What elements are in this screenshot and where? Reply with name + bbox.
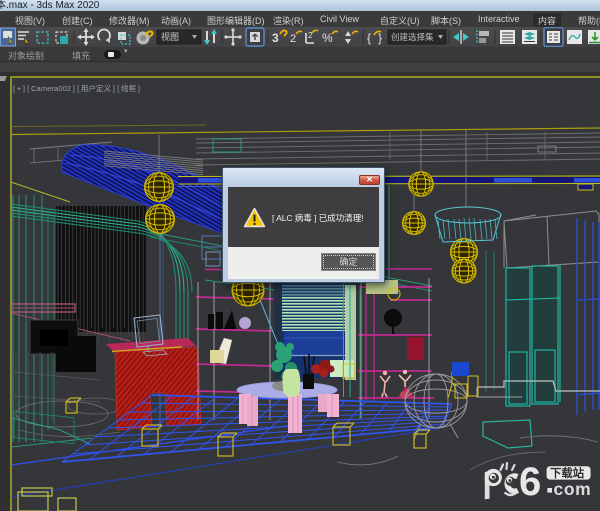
svg-text:%: % — [322, 31, 333, 45]
svg-text:}: } — [378, 31, 382, 45]
svg-text:创建选择集: 创建选择集 — [391, 32, 434, 42]
svg-text:6: 6 — [519, 460, 541, 504]
svg-text:com: com — [554, 479, 592, 499]
svg-text:2: 2 — [290, 33, 296, 45]
svg-text:视图: 视图 — [161, 31, 179, 42]
svg-text:3: 3 — [272, 31, 279, 45]
svg-text:{: { — [367, 31, 371, 45]
